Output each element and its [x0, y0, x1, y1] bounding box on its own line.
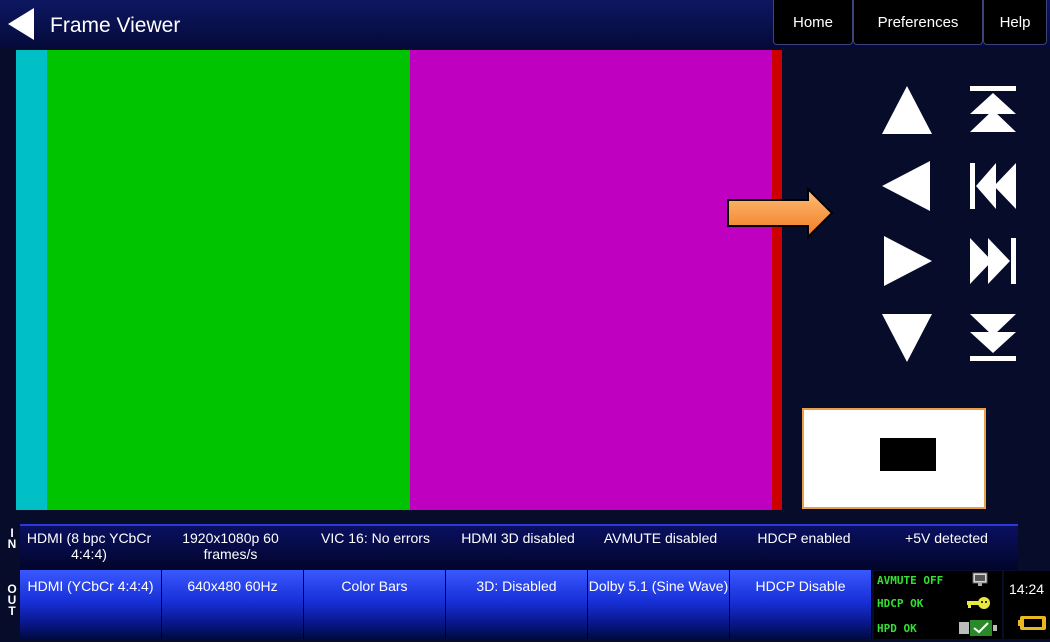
frame-viewer [16, 50, 782, 510]
in-resolution: 1920x1080p 60 frames/s [182, 530, 279, 562]
key-icon [964, 595, 992, 616]
frame-preview [802, 408, 986, 509]
left-arrow-icon[interactable] [876, 155, 938, 217]
callout-arrow-icon [726, 186, 834, 240]
in-3d: HDMI 3D disabled [461, 530, 575, 546]
last-icon[interactable] [962, 230, 1024, 292]
in-label: IN [7, 526, 17, 551]
avmute-status: AVMUTE OFF [877, 574, 944, 587]
output-status-row: HDMI (YCbCr 4:4:4) 640x480 60Hz Color Ba… [20, 570, 872, 639]
tab-preferences[interactable]: Preferences [853, 0, 983, 45]
out-hdcp-button[interactable]: HDCP Disable [730, 570, 872, 639]
back-arrow-icon[interactable] [8, 8, 34, 40]
monitor-icon [972, 572, 988, 593]
tab-home[interactable]: Home [773, 0, 853, 45]
in-5v: +5V detected [905, 530, 988, 546]
clock-time: 14:24 [1009, 581, 1045, 597]
hdcp-status: HDCP OK [877, 597, 924, 610]
preview-viewport-marker [880, 438, 936, 471]
page-title: Frame Viewer [50, 14, 181, 37]
hpd-status: HPD OK [877, 622, 917, 635]
out-format-button[interactable]: HDMI (YCbCr 4:4:4) [20, 570, 162, 639]
right-arrow-icon[interactable] [876, 230, 938, 292]
up-arrow-icon[interactable] [876, 80, 938, 142]
color-band-cyan [16, 50, 47, 510]
in-vic: VIC 16: No errors [321, 530, 430, 546]
first-icon[interactable] [962, 155, 1024, 217]
in-format: HDMI (8 bpc YCbCr 4:4:4) [26, 530, 152, 562]
out-pattern-button[interactable]: Color Bars [304, 570, 446, 639]
out-label: OUT [7, 582, 17, 618]
battery-icon [1018, 615, 1048, 636]
color-band-magenta [410, 50, 772, 510]
bottom-icon[interactable] [962, 306, 1024, 368]
out-resolution-button[interactable]: 640x480 60Hz [162, 570, 304, 639]
out-3d-button[interactable]: 3D: Disabled [446, 570, 588, 639]
status-indicators: AVMUTE OFF HDCP OK HPD OK [874, 571, 1002, 639]
clock-panel: 14:24 [1004, 571, 1050, 639]
out-audio-button[interactable]: Dolby 5.1 (Sine Wave) [588, 570, 730, 639]
in-avmute: AVMUTE disabled [603, 530, 718, 546]
color-band-red [772, 50, 782, 510]
top-icon[interactable] [962, 80, 1024, 142]
tab-help[interactable]: Help [983, 0, 1047, 45]
color-band-green [47, 50, 410, 510]
down-arrow-icon[interactable] [876, 306, 938, 368]
in-hdcp: HDCP enabled [757, 530, 851, 546]
input-status-row: HDMI (8 bpc YCbCr 4:4:4) 1920x1080p 60 f… [20, 524, 1018, 570]
